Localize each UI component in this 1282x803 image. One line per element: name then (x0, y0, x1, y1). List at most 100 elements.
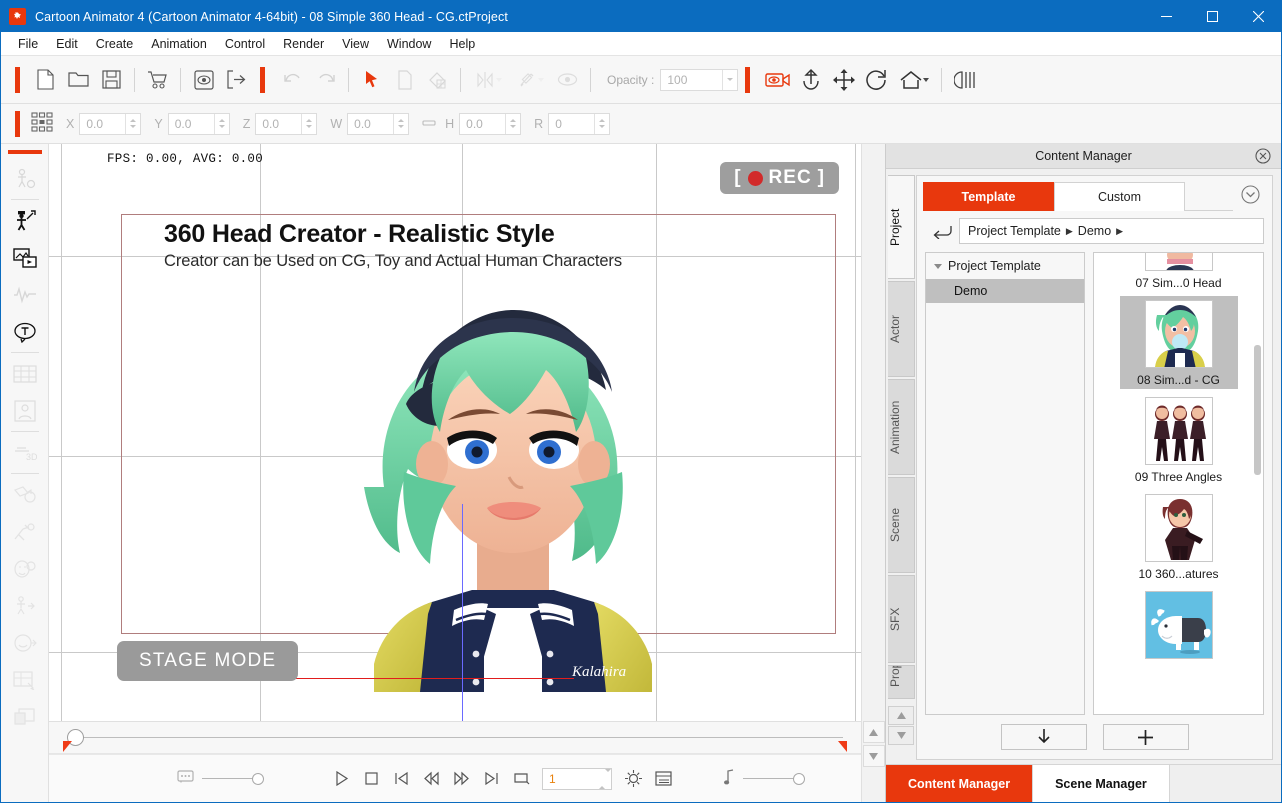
timeline-list-button[interactable] (648, 764, 678, 794)
export-button[interactable] (220, 63, 253, 96)
transform-x-stepper[interactable] (125, 114, 140, 134)
slider-track[interactable] (743, 778, 793, 779)
slider-knob[interactable] (793, 773, 805, 785)
menu-control[interactable]: Control (216, 34, 274, 54)
stage-scrollbar[interactable] (861, 144, 885, 802)
undo-button[interactable] (276, 63, 309, 96)
aspect-lock-icon[interactable] (422, 117, 436, 131)
timeline-slider[interactable] (49, 722, 861, 754)
open-project-button[interactable] (62, 63, 95, 96)
menu-help[interactable]: Help (440, 34, 484, 54)
tree-node-project-template[interactable]: Project Template (926, 253, 1084, 279)
rail-tool-puppet[interactable] (5, 202, 45, 239)
rewind-button[interactable] (416, 764, 446, 794)
audio-volume-slider[interactable] (724, 769, 805, 788)
timeline-track[interactable] (75, 737, 843, 738)
redo-button[interactable] (309, 63, 342, 96)
vtab-scroll-down-button[interactable] (888, 726, 914, 745)
tab-custom[interactable]: Custom (1054, 182, 1185, 211)
marketplace-button[interactable] (141, 63, 174, 96)
rail-tool-media[interactable] (5, 239, 45, 276)
rail-tool-sprite-sheet[interactable] (5, 355, 45, 392)
transform-r[interactable]: 0 (548, 113, 610, 135)
tree-node-demo[interactable]: Demo (926, 279, 1084, 303)
asset-grid[interactable]: 07 Sim...0 Head (1093, 252, 1264, 715)
list-item[interactable]: 10 360...atures (1120, 490, 1238, 583)
list-item[interactable]: 08 Sim...d - CG (1120, 296, 1238, 389)
transform-z[interactable]: 0.0 (255, 113, 317, 135)
preview-button[interactable] (187, 63, 220, 96)
chevron-down-circle-icon[interactable] (1233, 185, 1268, 209)
rail-tool-transform[interactable] (5, 476, 45, 513)
rail-tool-motion[interactable] (5, 587, 45, 624)
breadcrumb-item-0[interactable]: Project Template (968, 224, 1061, 238)
list-item[interactable]: 07 Sim...0 Head (1120, 253, 1238, 292)
mirror-button[interactable] (467, 63, 509, 96)
stop-button[interactable] (356, 764, 386, 794)
frame-number-input[interactable]: 1 (542, 768, 612, 790)
menu-create[interactable]: Create (87, 34, 143, 54)
rail-tool-scene-grid[interactable] (5, 661, 45, 698)
fast-forward-button[interactable] (446, 764, 476, 794)
save-project-button[interactable] (95, 63, 128, 96)
playback-settings-button[interactable] (618, 764, 648, 794)
close-button[interactable] (1235, 1, 1281, 32)
minimize-button[interactable] (1143, 1, 1189, 32)
vtab-project[interactable]: Project (888, 175, 915, 279)
maximize-button[interactable] (1189, 1, 1235, 32)
copy-button[interactable] (388, 63, 421, 96)
frame-stepper[interactable] (599, 772, 611, 786)
transform-w[interactable]: 0.0 (347, 113, 409, 135)
slider-track[interactable] (202, 778, 252, 779)
stage-canvas[interactable]: FPS: 0.00, AVG: 0.00 [ REC ] 360 Head Cr… (49, 144, 861, 722)
character-artwork[interactable]: Kalahira (344, 272, 684, 692)
rail-tool-stack[interactable] (5, 698, 45, 735)
breadcrumb[interactable]: Project Template ▶ Demo ▶ (959, 218, 1264, 244)
rail-tool-text[interactable] (5, 313, 45, 350)
rail-tool-character-setup[interactable] (5, 160, 45, 197)
stage-mode-button[interactable]: STAGE MODE (117, 641, 298, 681)
download-button[interactable] (1001, 724, 1087, 750)
back-arrow-icon[interactable] (925, 218, 959, 244)
speech-volume-slider[interactable] (177, 770, 264, 787)
list-item[interactable] (1120, 587, 1238, 661)
bottom-tab-scene-manager[interactable]: Scene Manager (1033, 765, 1170, 802)
link-tool-button[interactable] (509, 63, 551, 96)
vtab-animation[interactable]: Animation (888, 379, 915, 475)
list-item[interactable]: 09 Three Angles (1120, 393, 1238, 486)
transform-z-stepper[interactable] (301, 114, 316, 134)
vtab-sfx[interactable]: SFX (888, 575, 915, 663)
move-tool-button[interactable] (827, 63, 860, 96)
rail-tool-audio[interactable] (5, 276, 45, 313)
transform-r-stepper[interactable] (594, 114, 609, 134)
loop-button[interactable] (506, 764, 536, 794)
range-marker-end[interactable] (838, 741, 847, 752)
vtab-actor[interactable]: Actor (888, 281, 915, 377)
anchor-button[interactable] (794, 63, 827, 96)
rail-tool-spring[interactable] (5, 513, 45, 550)
scroll-down-button[interactable] (863, 745, 885, 767)
select-tool-button[interactable] (355, 63, 388, 96)
scroll-up-button[interactable] (863, 721, 885, 743)
rail-tool-face-fit[interactable] (5, 392, 45, 429)
rotate-tool-button[interactable] (860, 63, 893, 96)
fill-tool-button[interactable] (421, 63, 454, 96)
play-button[interactable] (326, 764, 356, 794)
grid-icon[interactable] (31, 112, 53, 135)
menu-view[interactable]: View (333, 34, 378, 54)
layers-button[interactable] (948, 63, 981, 96)
vtab-scene[interactable]: Scene (888, 477, 915, 573)
menu-render[interactable]: Render (274, 34, 333, 54)
add-content-button[interactable] (1103, 724, 1189, 750)
bottom-tab-content-manager[interactable]: Content Manager (886, 765, 1033, 802)
rail-tool-3d[interactable]: 3D (5, 434, 45, 471)
home-view-button[interactable] (893, 63, 935, 96)
range-marker-start[interactable] (63, 741, 72, 752)
chevron-down-icon[interactable] (934, 264, 942, 269)
slider-knob[interactable] (252, 773, 264, 785)
menu-window[interactable]: Window (378, 34, 440, 54)
vtab-scroll-up-button[interactable] (888, 706, 914, 725)
go-to-start-button[interactable] (386, 764, 416, 794)
close-circle-icon[interactable] (1255, 148, 1271, 167)
rail-tool-lip-sync[interactable] (5, 624, 45, 661)
